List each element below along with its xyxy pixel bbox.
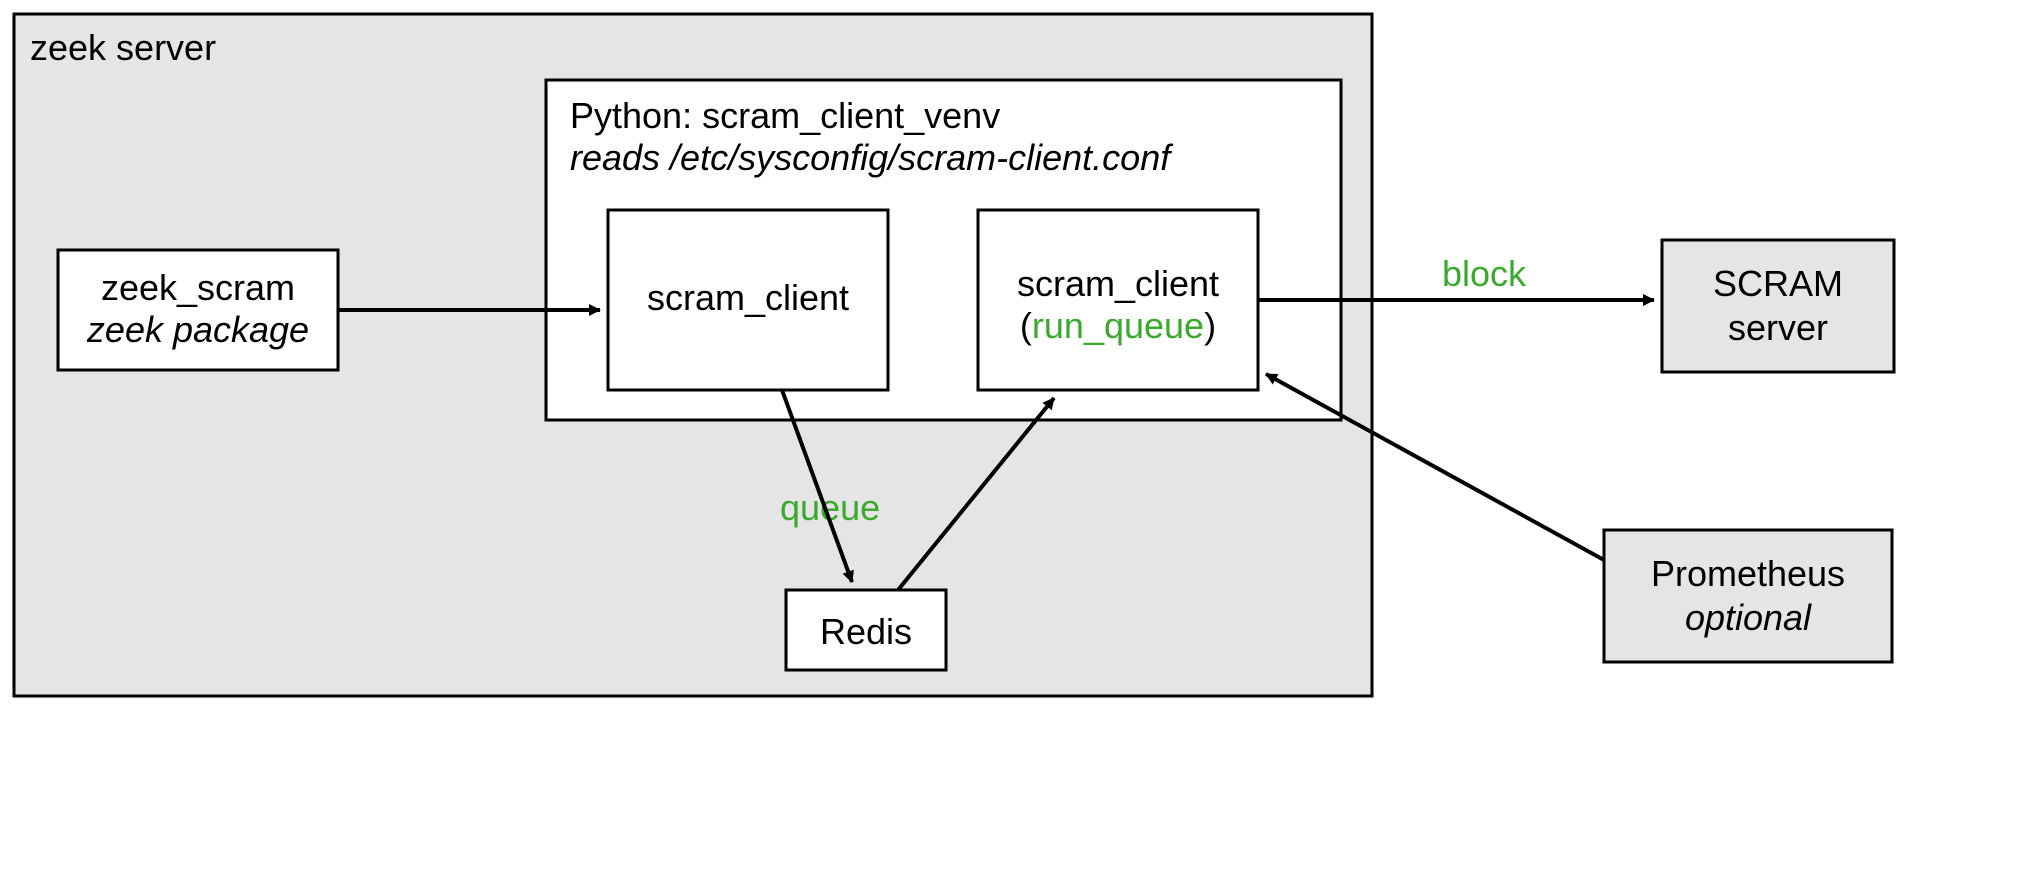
prometheus-box: [1604, 530, 1892, 662]
prometheus-line1: Prometheus: [1651, 553, 1845, 594]
run-queue-label: (run_queue): [1020, 305, 1216, 346]
python-env-title: Python: scram_client_venv: [570, 95, 1000, 136]
scram-server-box: [1662, 240, 1894, 372]
architecture-diagram: zeek server Python: scram_client_venv re…: [0, 0, 2033, 886]
scram-client-right-label: scram_client: [1017, 263, 1219, 304]
scram-server-line1: SCRAM: [1713, 263, 1843, 304]
zeek-scram-subtitle: zeek package: [86, 309, 309, 350]
zeek-scram-title: zeek_scram: [101, 267, 295, 308]
scram-server-line2: server: [1728, 307, 1828, 348]
block-label: block: [1442, 253, 1527, 294]
python-env-subtitle: reads /etc/sysconfig/scram-client.conf: [570, 137, 1174, 178]
prometheus-line2: optional: [1685, 597, 1812, 638]
zeek-server-title: zeek server: [30, 27, 216, 68]
redis-label: Redis: [820, 611, 912, 652]
scram-client-left-label: scram_client: [647, 277, 849, 318]
